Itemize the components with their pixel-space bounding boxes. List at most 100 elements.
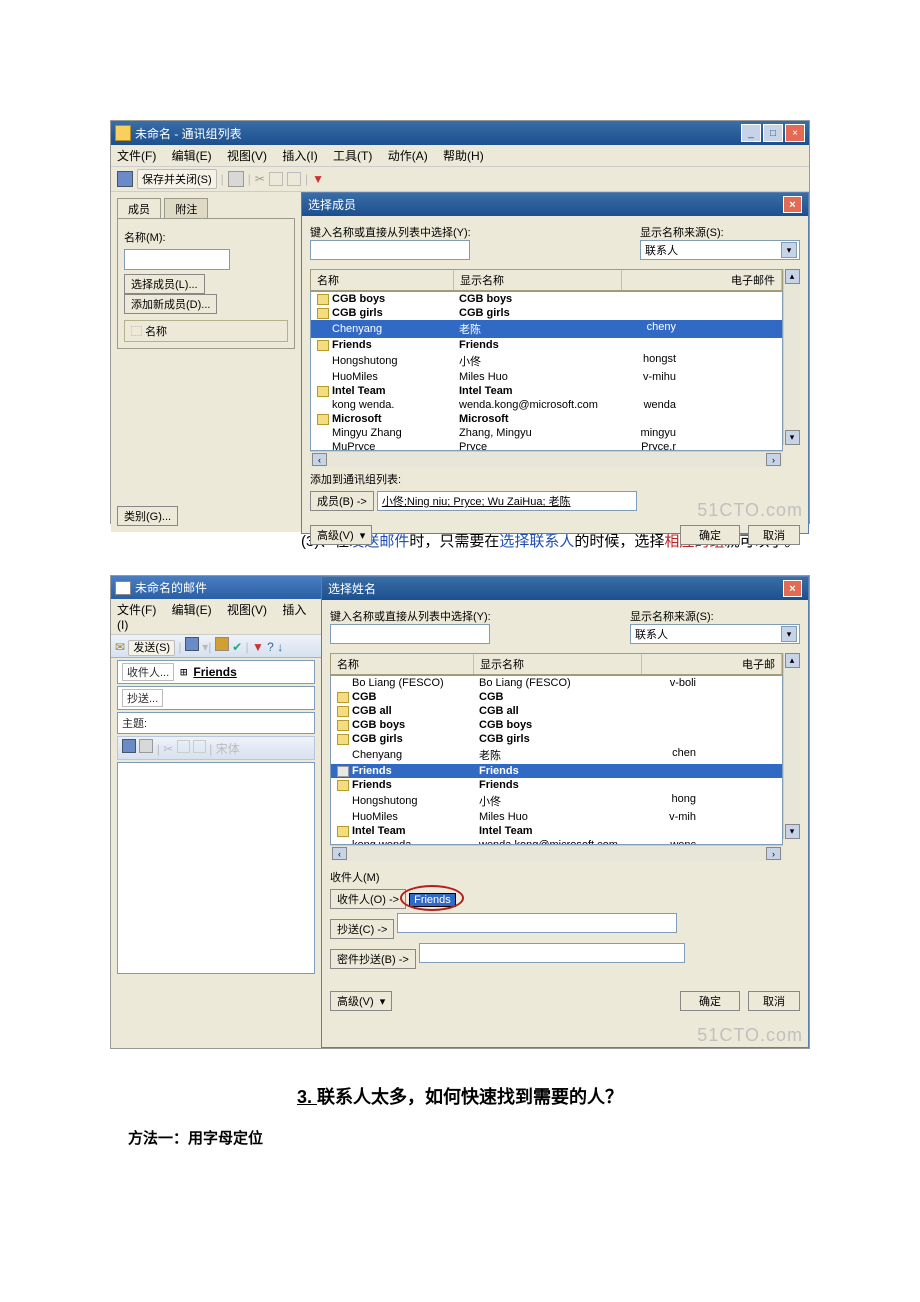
menu-actions[interactable]: 动作(A): [388, 149, 428, 163]
app-icon: [115, 125, 131, 141]
v-scrollbar[interactable]: ▴▾: [783, 653, 800, 839]
list-item[interactable]: CGBCGB: [331, 690, 782, 704]
tab-notes[interactable]: 附注: [164, 198, 208, 218]
minimize-button[interactable]: _: [741, 124, 761, 142]
list-item[interactable]: Intel TeamIntel Team: [331, 824, 782, 838]
source-combo[interactable]: 联系人 ▾: [640, 240, 800, 260]
cancel-button[interactable]: 取消: [748, 991, 800, 1011]
contact-list[interactable]: CGB boysCGB boysCGB girlsCGB girlsChenya…: [310, 291, 783, 451]
hdr-email[interactable]: 电子邮: [642, 654, 782, 674]
hdr-display[interactable]: 显示名称: [454, 270, 622, 290]
save-close-button[interactable]: 保存并关闭(S): [137, 169, 217, 189]
menu-edit[interactable]: 编辑(E): [172, 149, 212, 163]
h-scrollbar[interactable]: ‹›: [310, 451, 783, 467]
expand-icon[interactable]: ⊞: [180, 665, 187, 679]
members-arrow-button[interactable]: 成员(B) ->: [310, 491, 374, 511]
menu-tools[interactable]: 工具(T): [333, 149, 372, 163]
dialog-close-button[interactable]: ×: [783, 580, 802, 597]
hdr-email[interactable]: 电子邮件: [622, 270, 782, 290]
list-item[interactable]: CGB boysCGB boys: [331, 718, 782, 732]
paste-icon[interactable]: [193, 740, 206, 753]
v-scrollbar[interactable]: ▴▾: [783, 269, 800, 445]
cancel-button[interactable]: 取消: [748, 525, 800, 545]
flag-icon[interactable]: ▼: [252, 640, 264, 654]
dialog-close-button[interactable]: ×: [783, 196, 802, 213]
list-item[interactable]: MuPrycePrycePryce.r: [311, 440, 782, 451]
advanced-button[interactable]: 高级(V) ▾: [330, 991, 392, 1011]
flag-icon[interactable]: ▼: [312, 172, 324, 186]
list-item[interactable]: HuoMilesMiles Huov-mih: [331, 810, 782, 824]
bcc-arrow-button[interactable]: 密件抄送(B) ->: [330, 949, 416, 969]
search-input[interactable]: [330, 624, 490, 644]
menu-edit[interactable]: 编辑(E): [172, 603, 212, 617]
save-icon[interactable]: [185, 637, 199, 651]
ok-button[interactable]: 确定: [680, 525, 740, 545]
list-item[interactable]: Chenyang老陈cheny: [311, 320, 782, 338]
contact-list[interactable]: Bo Liang (FESCO)Bo Liang (FESCO)v-boliCG…: [330, 675, 783, 845]
list-item[interactable]: FriendsFriends: [311, 338, 782, 352]
source-combo[interactable]: 联系人 ▾: [630, 624, 800, 644]
screenshot-distribution-list: 未命名 - 通讯组列表 _ □ × 文件(F) 编辑(E) 视图(V) 插入(I…: [110, 120, 810, 524]
menu-view[interactable]: 视图(V): [227, 149, 267, 163]
save-icon[interactable]: [122, 739, 136, 753]
categories-button[interactable]: 类别(G)...: [117, 506, 178, 526]
cc-field[interactable]: 抄送...: [117, 686, 315, 710]
h-scrollbar[interactable]: ‹›: [330, 845, 783, 861]
book-icon[interactable]: [215, 637, 229, 651]
list-item[interactable]: FriendsFriends: [331, 778, 782, 792]
list-item[interactable]: CGB girlsCGB girls: [311, 306, 782, 320]
cc-arrow-button[interactable]: 抄送(C) ->: [330, 919, 394, 939]
menu-insert[interactable]: 插入(I): [282, 149, 317, 163]
menu-file[interactable]: 文件(F): [117, 603, 156, 617]
cc-button[interactable]: 抄送...: [122, 689, 163, 707]
list-item[interactable]: Intel TeamIntel Team: [311, 384, 782, 398]
to-button[interactable]: 收件人...: [122, 663, 174, 681]
bcc-field[interactable]: [419, 943, 685, 963]
hdr-name[interactable]: 名称: [331, 654, 474, 674]
subject-field[interactable]: 主题:: [117, 712, 315, 734]
menu-help[interactable]: 帮助(H): [443, 149, 484, 163]
print-icon[interactable]: [139, 739, 153, 753]
hdr-display[interactable]: 显示名称: [474, 654, 642, 674]
list-item[interactable]: kong wenda.wenda.kong@microsoft.comwenc: [331, 838, 782, 845]
list-item[interactable]: Chenyang老陈chen: [331, 746, 782, 764]
to-arrow-button[interactable]: 收件人(O) ->: [330, 889, 406, 909]
list-item[interactable]: HuoMilesMiles Huov-mihu: [311, 370, 782, 384]
advanced-button[interactable]: 高级(V) ▾: [310, 525, 372, 545]
members-field[interactable]: 小佟;Ning niu; Pryce; Wu ZaiHua; 老陈: [377, 491, 637, 511]
menu-view[interactable]: 视图(V): [227, 603, 267, 617]
close-button[interactable]: ×: [785, 124, 805, 142]
print-icon[interactable]: [228, 171, 244, 187]
cc-field[interactable]: [397, 913, 677, 933]
maximize-button[interactable]: □: [763, 124, 783, 142]
menu-file[interactable]: 文件(F): [117, 149, 156, 163]
add-new-member-button[interactable]: 添加新成员(D)...: [124, 294, 217, 314]
list-item[interactable]: Bo Liang (FESCO)Bo Liang (FESCO)v-boli: [331, 676, 782, 690]
list-item[interactable]: CGB allCGB all: [331, 704, 782, 718]
list-item[interactable]: kong wenda.wenda.kong@microsoft.comwenda: [311, 398, 782, 412]
list-item[interactable]: CGB girlsCGB girls: [331, 732, 782, 746]
to-field[interactable]: 收件人... ⊞ Friends: [117, 660, 315, 684]
hdr-name[interactable]: 名称: [311, 270, 454, 290]
list-item[interactable]: Hongshutong小佟hong: [331, 792, 782, 810]
list-item[interactable]: MicrosoftMicrosoft: [311, 412, 782, 426]
list-item[interactable]: Hongshutong小佟hongst: [311, 352, 782, 370]
copy-icon[interactable]: [269, 172, 283, 186]
list-item[interactable]: Mingyu ZhangZhang, Mingyumingyu: [311, 426, 782, 440]
cut-icon[interactable]: ✂: [163, 742, 173, 756]
message-body[interactable]: [117, 762, 315, 974]
name-input[interactable]: [124, 249, 230, 270]
list-header: 名称 显示名称 电子邮: [330, 653, 783, 675]
select-members-button[interactable]: 选择成员(L)...: [124, 274, 205, 294]
source-label: 显示名称来源(S):: [630, 608, 800, 624]
ok-button[interactable]: 确定: [680, 991, 740, 1011]
send-button[interactable]: 发送(S): [128, 640, 175, 656]
paste-icon[interactable]: [287, 172, 301, 186]
list-item[interactable]: FriendsFriends: [331, 764, 782, 778]
check-icon[interactable]: ✔: [232, 640, 242, 654]
search-input[interactable]: [310, 240, 470, 260]
copy-icon[interactable]: [177, 740, 190, 753]
tab-members[interactable]: 成员: [117, 198, 161, 218]
list-item[interactable]: CGB boysCGB boys: [311, 292, 782, 306]
cut-icon[interactable]: ✂: [255, 172, 265, 186]
